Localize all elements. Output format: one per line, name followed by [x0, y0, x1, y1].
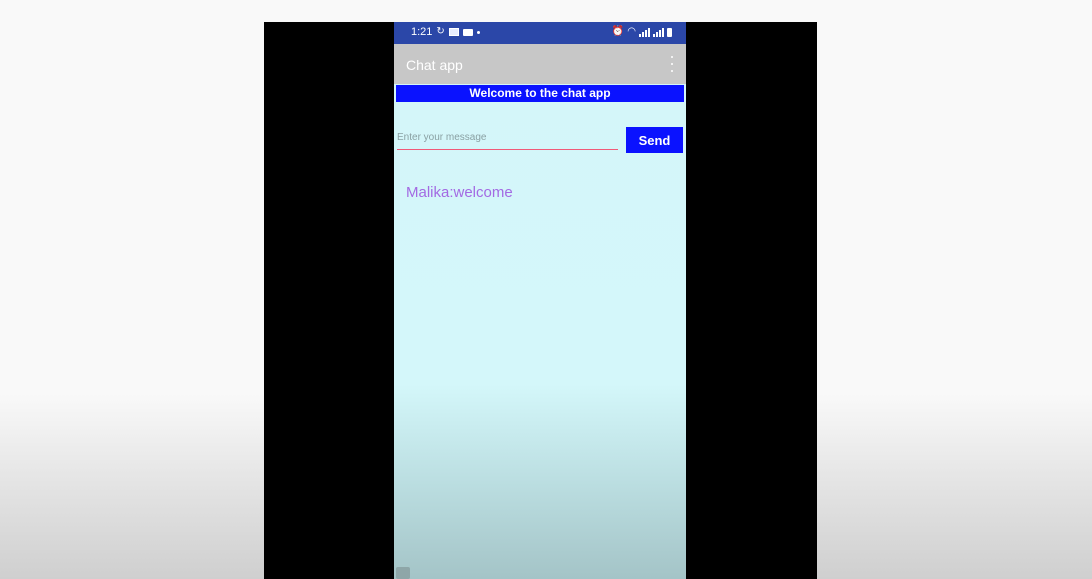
wifi-icon: ◠ [627, 26, 636, 37]
dot-icon [476, 30, 480, 34]
message-input[interactable] [397, 125, 618, 150]
message-notification-icon [462, 28, 473, 36]
signal-icon-2 [653, 27, 664, 37]
app-bar: Chat app [394, 44, 686, 84]
chat-message: Malika:welcome [406, 184, 513, 201]
app-title: Chat app [406, 57, 463, 73]
signal-icon [639, 27, 650, 37]
phone-screen: 1:21 ↻ ⏰ ◠ Chat app Welcome to the chat … [394, 22, 686, 579]
send-button[interactable]: Send [626, 127, 683, 153]
status-time: 1:21 [411, 26, 433, 38]
battery-icon [667, 27, 672, 37]
image-notification-icon [448, 28, 459, 36]
status-bar: 1:21 ↻ ⏰ ◠ [394, 22, 686, 44]
sync-icon: ↻ [436, 26, 445, 37]
nav-handle[interactable] [396, 567, 410, 579]
overflow-menu-icon[interactable] [668, 56, 676, 72]
welcome-banner: Welcome to the chat app [396, 85, 684, 102]
alarm-icon: ⏰ [611, 26, 625, 37]
status-left: 1:21 ↻ [411, 26, 480, 38]
status-right: ⏰ ◠ [612, 26, 672, 38]
